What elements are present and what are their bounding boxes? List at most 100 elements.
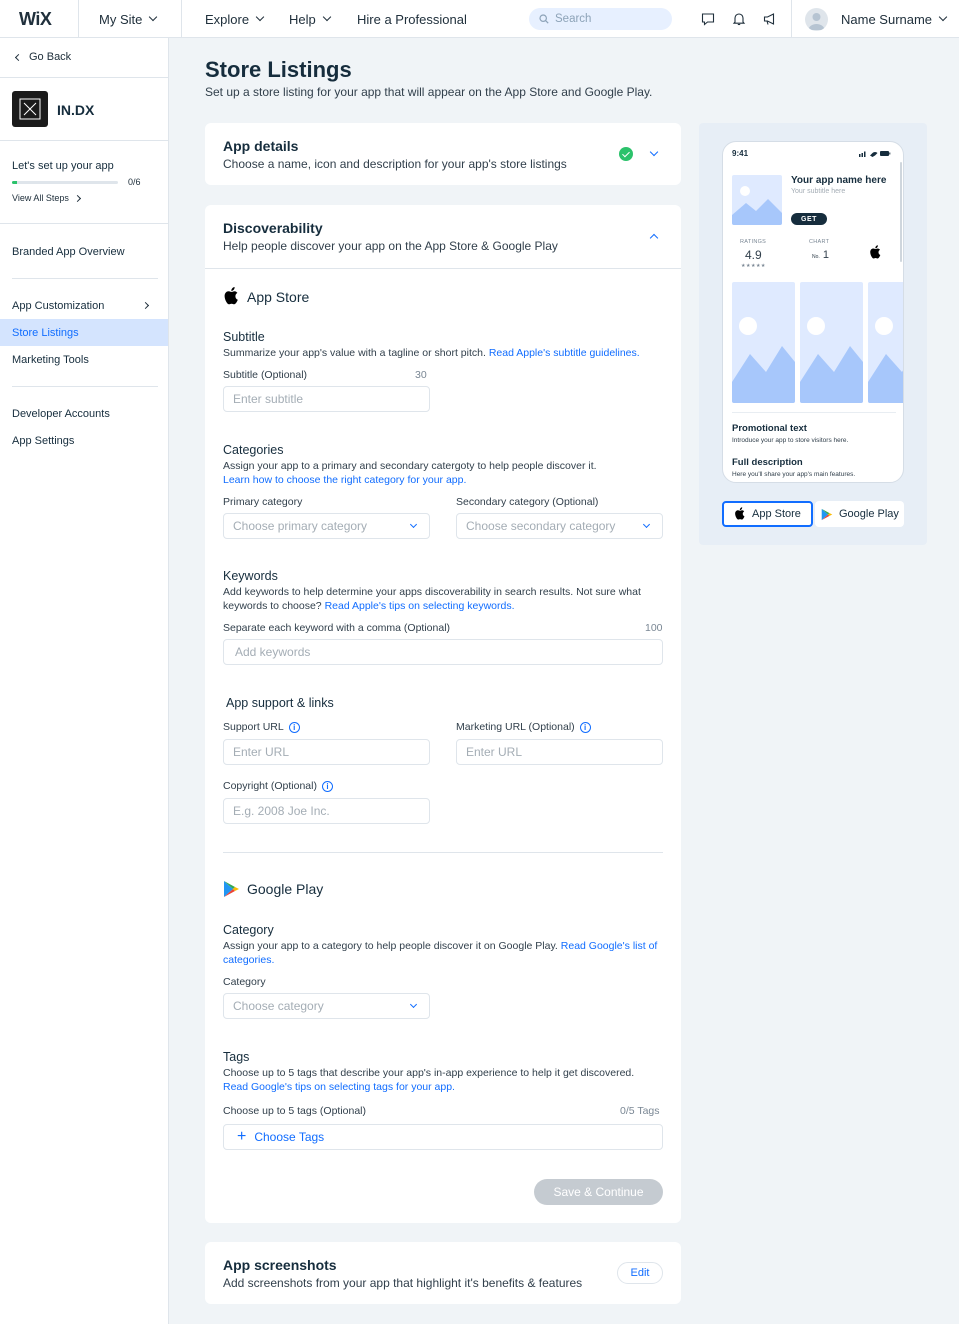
google-play-icon xyxy=(821,508,833,520)
divider xyxy=(78,0,79,38)
subtitle-label: Subtitle (Optional) xyxy=(223,369,308,381)
keywords-input[interactable]: Add keywords xyxy=(223,639,663,665)
app-details-card[interactable]: App details Choose a name, icon and desc… xyxy=(205,123,681,185)
divider xyxy=(0,77,168,78)
subtitle-char-count: 30 xyxy=(415,369,427,381)
chevron-left-icon xyxy=(14,53,23,61)
divider xyxy=(12,278,158,279)
hire-professional-link[interactable]: Hire a Professional xyxy=(357,0,467,38)
go-back-link[interactable]: Go Back xyxy=(14,51,72,63)
sidebar-item-branded-app-overview[interactable]: Branded App Overview xyxy=(0,238,168,265)
marketing-url-label-text: Marketing URL (Optional) xyxy=(456,721,575,733)
image-placeholder-icon xyxy=(868,317,903,403)
sidebar-item-store-listings[interactable]: Store Listings xyxy=(0,319,168,346)
search-input[interactable]: Search xyxy=(529,8,672,30)
bell-icon[interactable] xyxy=(731,11,747,27)
scrollbar[interactable] xyxy=(900,162,902,262)
plus-icon: + xyxy=(237,1128,247,1145)
top-bar: WiX My Site Explore Help Hire a Professi… xyxy=(0,0,959,38)
user-menu[interactable]: Name Surname xyxy=(841,0,948,38)
chevron-down-icon xyxy=(255,12,265,22)
sidebar-item-label: Marketing Tools xyxy=(12,353,89,366)
status-bar-time: 9:41 xyxy=(732,149,749,158)
support-url-placeholder: Enter URL xyxy=(233,745,290,759)
discoverability-card: Discoverability Help people discover you… xyxy=(205,205,681,1223)
ratings-label: RATINGS xyxy=(740,239,767,245)
preview-app-subtitle: Your subtitle here xyxy=(791,188,846,195)
secondary-category-select[interactable]: Choose secondary category xyxy=(456,513,663,539)
copyright-input[interactable]: E.g. 2008 Joe Inc. xyxy=(223,798,430,824)
primary-category-select[interactable]: Choose primary category xyxy=(223,513,430,539)
keywords-section-title: Keywords xyxy=(223,569,278,583)
tags-tips-link[interactable]: Read Google's tips on selecting tags for… xyxy=(223,1081,455,1093)
setup-progress-count: 0/6 xyxy=(128,177,141,187)
chevron-up-icon[interactable] xyxy=(649,233,659,243)
tab-google-play-label: Google Play xyxy=(839,508,899,520)
subtitle-placeholder: Enter subtitle xyxy=(233,392,304,406)
edit-button[interactable]: Edit xyxy=(617,1262,663,1284)
chevron-right-icon xyxy=(73,194,81,202)
subtitle-desc-text: Summarize your app's value with a taglin… xyxy=(223,347,486,359)
tab-app-store-label: App Store xyxy=(752,508,801,520)
get-button: GET xyxy=(791,213,827,225)
megaphone-icon[interactable] xyxy=(762,11,778,27)
choose-tags-button[interactable]: + Choose Tags xyxy=(223,1124,663,1150)
sidebar-item-label: Developer Accounts xyxy=(12,407,110,420)
categories-help-link[interactable]: Learn how to choose the right category f… xyxy=(223,474,466,486)
tab-google-play[interactable]: Google Play xyxy=(815,501,904,527)
save-continue-button[interactable]: Save & Continue xyxy=(534,1179,663,1205)
chevron-down-icon xyxy=(642,520,651,529)
subtitle-input[interactable]: Enter subtitle xyxy=(223,386,430,412)
app-store-heading: App Store xyxy=(223,287,309,306)
info-icon[interactable]: i xyxy=(288,721,300,733)
sidebar-item-developer-accounts[interactable]: Developer Accounts xyxy=(0,400,168,427)
search-icon xyxy=(539,14,549,24)
preview-app-name: Your app name here xyxy=(791,175,887,186)
primary-category-placeholder: Choose primary category xyxy=(233,519,368,533)
secondary-category-label: Secondary category (Optional) xyxy=(456,496,599,508)
avatar[interactable] xyxy=(805,8,828,31)
help-menu[interactable]: Help xyxy=(289,0,331,38)
setup-title: Let's set up your app xyxy=(12,160,114,172)
app-icon-placeholder xyxy=(732,175,782,225)
chart-rank-value: 1 xyxy=(822,249,829,261)
app-details-title: App details xyxy=(223,138,299,154)
explore-menu[interactable]: Explore xyxy=(205,0,265,38)
image-placeholder-icon xyxy=(732,186,782,225)
subtitle-section-title: Subtitle xyxy=(223,330,265,344)
tags-count: 0/5 Tags xyxy=(620,1105,660,1117)
tags-label: Choose up to 5 tags (Optional) xyxy=(223,1105,367,1117)
full-description-title: Full description xyxy=(732,457,803,468)
sidebar-item-label: App Settings xyxy=(12,434,75,447)
user-icon xyxy=(808,13,825,30)
my-site-menu[interactable]: My Site xyxy=(99,0,158,38)
keywords-tips-link[interactable]: Read Apple's tips on selecting keywords. xyxy=(325,600,515,612)
sidebar: Go Back IN.DX Let's set up your app 0/6 … xyxy=(0,38,169,1324)
sidebar-item-app-settings[interactable]: App Settings xyxy=(0,427,168,454)
subtitle-guidelines-link[interactable]: Read Apple's subtitle guidelines. xyxy=(489,347,640,359)
sidebar-item-label: App Customization xyxy=(12,299,105,312)
tab-app-store[interactable]: App Store xyxy=(722,501,813,527)
view-all-steps-link[interactable]: View All Steps xyxy=(12,193,81,203)
chevron-down-icon[interactable] xyxy=(649,147,659,157)
chevron-down-icon xyxy=(938,12,948,22)
gp-category-section-title: Category xyxy=(223,923,274,937)
info-icon[interactable]: i xyxy=(579,721,591,733)
image-placeholder-icon xyxy=(732,317,795,403)
divider xyxy=(181,0,182,38)
gp-category-select[interactable]: Choose category xyxy=(223,993,430,1019)
wix-logo[interactable]: WiX xyxy=(19,0,52,38)
support-url-input[interactable]: Enter URL xyxy=(223,739,430,765)
user-name: Name Surname xyxy=(841,11,933,27)
sidebar-item-label: Store Listings xyxy=(12,326,79,339)
sidebar-item-marketing-tools[interactable]: Marketing Tools xyxy=(0,346,168,373)
go-back-label: Go Back xyxy=(29,51,72,63)
app-screenshots-title: App screenshots xyxy=(223,1257,337,1273)
support-url-label: Support URL i xyxy=(223,721,300,733)
chat-icon[interactable] xyxy=(700,11,716,27)
info-icon[interactable]: i xyxy=(321,780,333,792)
divider xyxy=(0,223,168,224)
sidebar-item-app-customization[interactable]: App Customization xyxy=(0,292,168,319)
marketing-url-input[interactable]: Enter URL xyxy=(456,739,663,765)
google-play-heading-label: Google Play xyxy=(247,881,324,897)
